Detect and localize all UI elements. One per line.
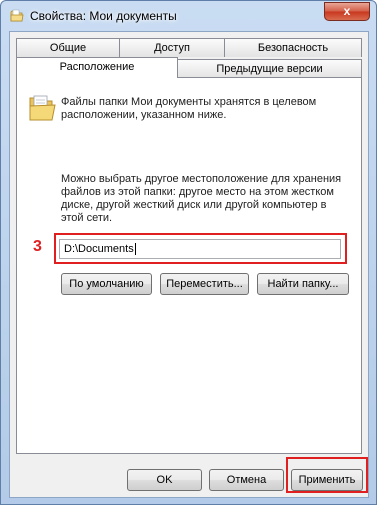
step-3-marker: 3	[33, 238, 42, 255]
tab-location[interactable]: Расположение	[16, 57, 178, 78]
hint-text-line-3: диске, другой жесткий диск или другой ко…	[61, 199, 327, 211]
folder-path-input[interactable]: D:\Documents	[59, 239, 341, 259]
location-tab-panel: Файлы папки Мои документы хранятся в цел…	[16, 77, 362, 454]
ok-button[interactable]: OK	[127, 469, 202, 491]
close-button[interactable]: x	[324, 2, 370, 21]
tab-sharing[interactable]: Доступ	[119, 38, 225, 57]
folder-path-value: D:\Documents	[64, 243, 134, 255]
cancel-button[interactable]: Отмена	[209, 469, 284, 491]
properties-window: Свойства: Мои документы x Общие Доступ Б…	[0, 0, 377, 505]
restore-default-button[interactable]: По умолчанию	[61, 273, 152, 295]
tab-previous-versions[interactable]: Предыдущие версии	[177, 59, 362, 78]
apply-button[interactable]: Применить	[291, 469, 363, 491]
folder-icon	[10, 9, 24, 22]
tab-general[interactable]: Общие	[16, 38, 120, 57]
tab-security[interactable]: Безопасность	[224, 38, 362, 57]
folder-icon	[29, 95, 56, 121]
move-button[interactable]: Переместить...	[160, 273, 249, 295]
title-bar: Свойства: Мои документы x	[1, 1, 376, 31]
hint-text-line-4: этой сети.	[61, 212, 113, 224]
find-folder-button[interactable]: Найти папку...	[257, 273, 349, 295]
hint-text-line-1: Можно выбрать другое местоположение для …	[61, 173, 342, 185]
intro-text-line-2: расположении, указанном ниже.	[61, 109, 227, 121]
intro-text-line-1: Файлы папки Мои документы хранятся в цел…	[61, 96, 317, 108]
window-title: Свойства: Мои документы	[30, 9, 177, 23]
hint-text-line-2: файлов из этой папки: другое место на эт…	[61, 186, 334, 198]
dialog-client-area: Общие Доступ Безопасность Расположение П…	[9, 31, 369, 498]
